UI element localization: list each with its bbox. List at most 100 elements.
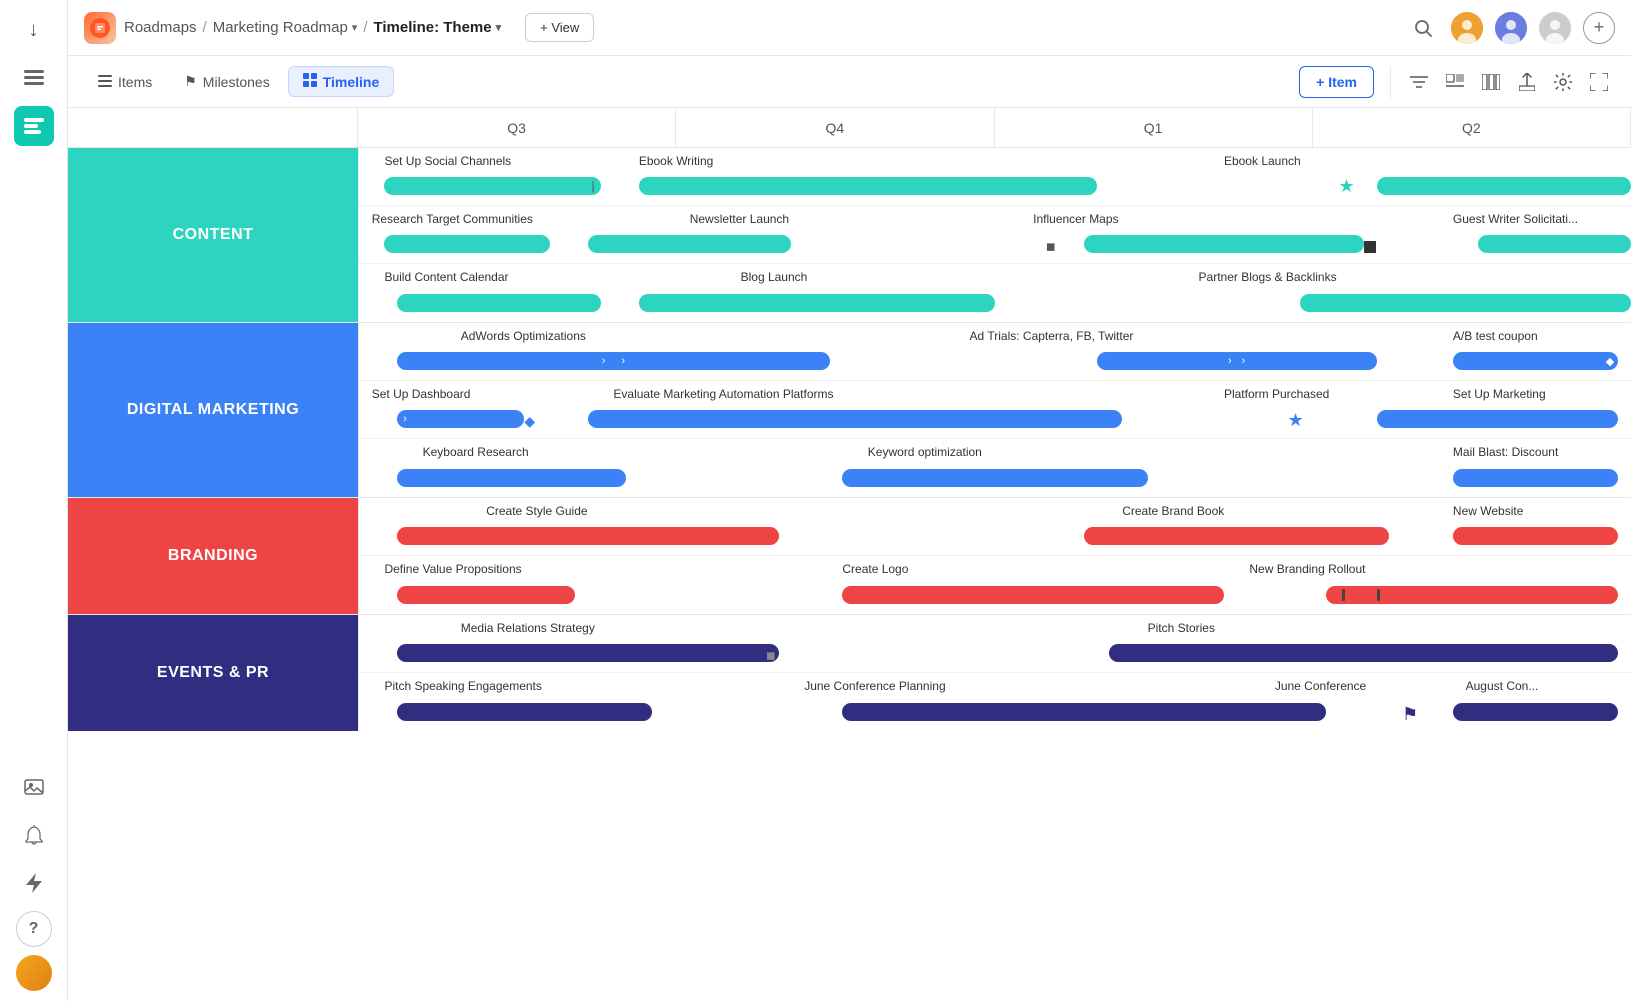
sidebar-icon-list[interactable] (14, 58, 54, 98)
items-tab-icon (98, 74, 112, 90)
group-label-digital: DIGITAL MARKETING (68, 323, 358, 497)
group-branding: BRANDING Create Style Guide Create Brand… (68, 497, 1631, 614)
sidebar-icon-lightning[interactable] (14, 863, 54, 903)
milestone-square-1 (1364, 241, 1376, 253)
groups-wrapper: CONTENT Set Up Social Channels Ebook Wri… (68, 148, 1631, 1001)
bar-blog (639, 294, 995, 312)
group-digital: DIGITAL MARKETING AdWords Optimizations … (68, 322, 1631, 497)
nav-right: + (1407, 12, 1615, 44)
group-content: CONTENT Set Up Social Channels Ebook Wri… (68, 148, 1631, 322)
sidebar-icon-timeline[interactable] (14, 106, 54, 146)
breadcrumb-middle[interactable]: Marketing Roadmap ▾ (213, 19, 358, 36)
avatar-add-button[interactable]: + (1583, 12, 1615, 44)
fullscreen-icon-btn[interactable] (1583, 66, 1615, 98)
content-row-1: Set Up Social Channels Ebook Writing Ebo… (359, 148, 1631, 206)
user-avatar-sidebar[interactable] (16, 955, 52, 991)
label-august-con: August Con... (1466, 679, 1539, 693)
breadcrumb-middle-chevron: ▾ (352, 21, 358, 34)
breadcrumb-sep-1: / (203, 19, 207, 36)
export-icon-btn[interactable] (1511, 66, 1543, 98)
milestone-flag: ⚑ (1402, 704, 1418, 725)
bar-mail-blast (1453, 469, 1618, 487)
label-pitch-speaking: Pitch Speaking Engagements (384, 679, 541, 693)
avatar-3[interactable] (1539, 12, 1571, 44)
bar-keyboard (397, 469, 626, 487)
search-button[interactable] (1407, 12, 1439, 44)
view-button[interactable]: + View (525, 13, 594, 42)
label-research: Research Target Communities (372, 212, 533, 226)
columns-icon-btn[interactable] (1475, 66, 1507, 98)
main-area: Roadmaps / Marketing Roadmap ▾ / Timelin… (68, 0, 1631, 1001)
sidebar-icon-bell[interactable] (14, 815, 54, 855)
settings-icon-btn[interactable] (1547, 66, 1579, 98)
label-newsletter: Newsletter Launch (690, 212, 789, 226)
digital-row-1: AdWords Optimizations Ad Trials: Capterr… (359, 323, 1631, 381)
breadcrumb-current[interactable]: Timeline: Theme ▾ (374, 19, 502, 36)
view-filter-icon-btn[interactable] (1439, 66, 1471, 98)
bar-keyword (842, 469, 1147, 487)
quarter-q2: Q2 (1313, 108, 1631, 147)
milestone-star-2: ★ (1288, 410, 1304, 431)
label-ebook-launch: Ebook Launch (1224, 154, 1301, 168)
avatar-2[interactable] (1495, 12, 1527, 44)
label-pitch-stories: Pitch Stories (1148, 621, 1215, 635)
toolbar: Items ⚑ Milestones Timeline + Item (68, 56, 1631, 108)
bar-setup-social: | (384, 177, 600, 195)
breadcrumb-root[interactable]: Roadmaps (124, 19, 197, 36)
label-june-conf-plan: June Conference Planning (804, 679, 945, 693)
label-style-guide: Create Style Guide (486, 504, 587, 518)
bar-guest (1478, 235, 1631, 253)
avatar-1[interactable] (1451, 12, 1483, 44)
group-label-content: CONTENT (68, 148, 358, 322)
content-row-3: Build Content Calendar Blog Launch Partn… (359, 264, 1631, 322)
milestone-diamond-1: ◆ (1041, 237, 1061, 257)
label-keyword-opt: Keyword optimization (868, 445, 982, 459)
bar-ebook-writing (639, 177, 1097, 195)
bar-ebook-launch (1377, 177, 1631, 195)
label-media-relations: Media Relations Strategy (461, 621, 595, 635)
breadcrumb: Roadmaps / Marketing Roadmap ▾ / Timelin… (124, 19, 501, 36)
label-ebook-writing: Ebook Writing (639, 154, 713, 168)
bar-research (384, 235, 549, 253)
sidebar-icon-image[interactable] (14, 767, 54, 807)
tab-timeline[interactable]: Timeline (288, 66, 395, 97)
app-logo (84, 12, 116, 44)
bar-brand-book (1084, 527, 1389, 545)
content-area: Q3 Q4 Q1 Q2 CONTENT (68, 108, 1631, 1001)
quarter-q4: Q4 (676, 108, 994, 147)
left-sidebar: ↓ (0, 0, 68, 1001)
label-june-conf: June Conference (1275, 679, 1366, 693)
bar-adwords: › › (397, 352, 829, 370)
label-adwords: AdWords Optimizations (461, 329, 586, 343)
bar-influencer (1084, 235, 1364, 253)
bar-logo (842, 586, 1224, 604)
timeline-area: Q3 Q4 Q1 Q2 CONTENT (68, 108, 1631, 1001)
tab-items[interactable]: Items (84, 68, 166, 96)
sidebar-icon-question[interactable]: ? (16, 911, 52, 947)
label-new-website: New Website (1453, 504, 1523, 518)
filter-icon-btn[interactable] (1403, 66, 1435, 98)
tab-milestones[interactable]: ⚑ Milestones (170, 67, 283, 96)
quarter-spacer (68, 108, 358, 147)
events-row-2: Pitch Speaking Engagements June Conferen… (359, 673, 1631, 731)
group-label-events: EVENTS & PR (68, 615, 358, 731)
bar-media-relations (397, 644, 779, 662)
top-nav: Roadmaps / Marketing Roadmap ▾ / Timelin… (68, 0, 1631, 56)
quarter-labels: Q3 Q4 Q1 Q2 (358, 108, 1631, 147)
group-events: EVENTS & PR Media Relations Strategy Pit… (68, 614, 1631, 731)
bar-august-con (1453, 703, 1618, 721)
breadcrumb-sep-2: / (363, 19, 367, 36)
content-row-2: Research Target Communities Newsletter L… (359, 206, 1631, 264)
tab-milestones-label: Milestones (203, 74, 270, 90)
sidebar-icon-download[interactable]: ↓ (14, 10, 54, 50)
label-evaluate: Evaluate Marketing Automation Platforms (613, 387, 833, 401)
bar-newsletter (588, 235, 792, 253)
add-item-button[interactable]: + Item (1299, 66, 1374, 98)
label-create-logo: Create Logo (842, 562, 908, 576)
bar-setup-dash: › (397, 410, 524, 428)
tab-timeline-label: Timeline (323, 74, 380, 90)
bar-calendar (397, 294, 601, 312)
timeline-tab-icon (303, 73, 317, 90)
quarter-q3: Q3 (358, 108, 676, 147)
bar-branding-rollout (1326, 586, 1619, 604)
